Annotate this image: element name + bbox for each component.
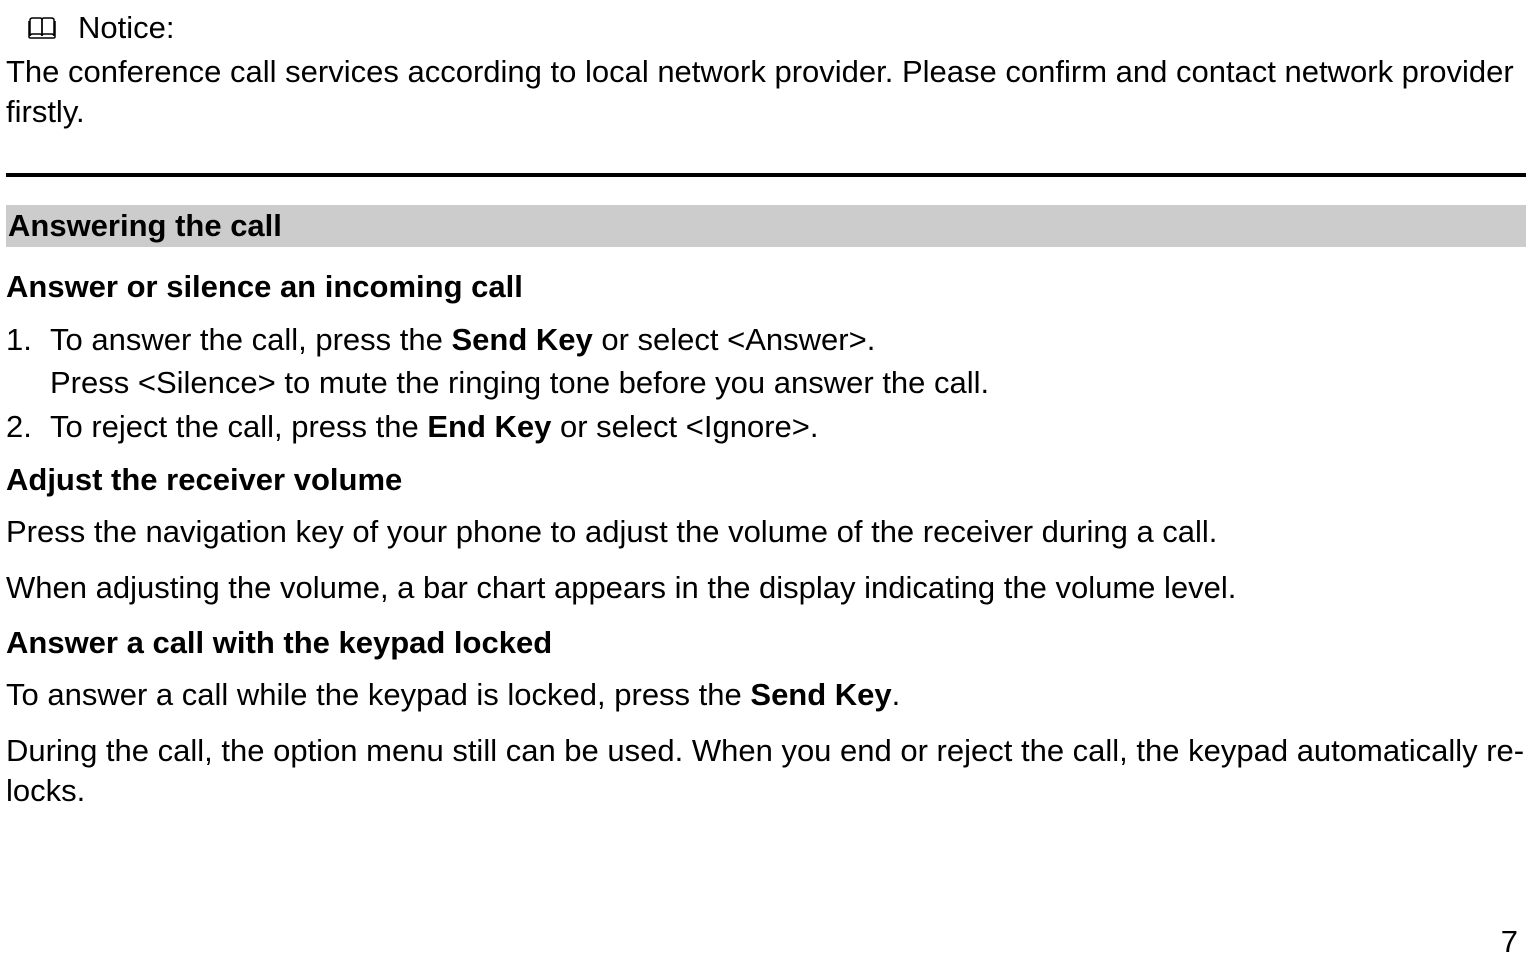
paragraph: To answer a call while the keypad is loc… (6, 675, 1526, 715)
subheading-adjust-volume: Adjust the receiver volume (6, 462, 1526, 498)
send-key-text: Send Key (750, 677, 891, 712)
text-fragment: or select <Ignore>. (551, 409, 818, 444)
text-fragment: or select <Answer>. (593, 322, 876, 357)
notice-row: Notice: (6, 10, 1526, 46)
paragraph: When adjusting the volume, a bar chart a… (6, 568, 1526, 608)
notice-text: The conference call services according t… (6, 52, 1526, 133)
list-sub-line: Press <Silence> to mute the ringing tone… (6, 362, 1526, 404)
subheading-keypad-locked: Answer a call with the keypad locked (6, 625, 1526, 661)
numbered-list: 1. To answer the call, press the Send Ke… (6, 319, 1526, 449)
list-item: 2. To reject the call, press the End Key… (6, 406, 1526, 448)
list-body: To answer the call, press the Send Key o… (50, 319, 1526, 361)
list-item: 1. To answer the call, press the Send Ke… (6, 319, 1526, 361)
page-number: 7 (1501, 924, 1518, 960)
list-number: 2. (6, 406, 50, 448)
text-fragment: To reject the call, press the (50, 409, 427, 444)
section-header: Answering the call (6, 205, 1526, 247)
section-divider (6, 173, 1526, 177)
notice-label: Notice: (78, 10, 174, 46)
paragraph: Press the navigation key of your phone t… (6, 512, 1526, 552)
text-fragment: To answer the call, press the (50, 322, 451, 357)
text-fragment: . (892, 677, 901, 712)
book-icon (28, 17, 56, 39)
subheading-answer-silence: Answer or silence an incoming call (6, 269, 1526, 305)
list-body: To reject the call, press the End Key or… (50, 406, 1526, 448)
paragraph: During the call, the option menu still c… (6, 731, 1526, 812)
list-number: 1. (6, 319, 50, 361)
end-key-text: End Key (427, 409, 551, 444)
text-fragment: To answer a call while the keypad is loc… (6, 677, 750, 712)
send-key-text: Send Key (451, 322, 592, 357)
